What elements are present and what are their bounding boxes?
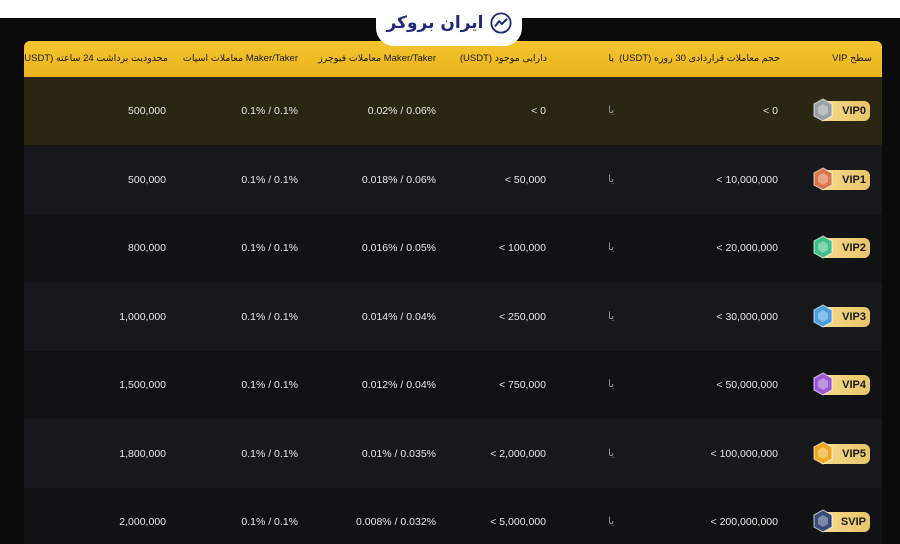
vip-gem-icon <box>813 98 833 122</box>
cell-futures-fee: 0.01% / 0.035% <box>361 447 436 460</box>
cell-assets: < 250,000 <box>498 310 546 323</box>
vip-gem-icon <box>813 440 833 465</box>
vip-level-label: VIP1 <box>842 173 866 186</box>
cell-and: یا <box>608 516 614 527</box>
vip-level-label: VIP4 <box>842 379 866 391</box>
header-assets: دارایی موجود (USDT) <box>459 53 547 64</box>
table-row: VIP0 < 0 یا < 0 0.02% / 0.06% 0.1% / 0.1% 500,… <box>24 77 882 145</box>
cell-spot-fee: 0.1% / 0.1% <box>241 379 298 391</box>
cell-volume: < 0 <box>763 105 778 117</box>
cell-assets: < 2,000,000 <box>490 447 546 460</box>
cell-spot-fee: 0.1% / 0.1% <box>241 242 298 254</box>
vip-level-badge: VIP5 <box>813 440 870 465</box>
cell-and: یا <box>608 379 614 390</box>
table-row: VIP1 < 10,000,000 یا < 50,000 0.018% / 0.06%… <box>24 145 882 214</box>
cell-withdraw-limit: 1,000,000 <box>119 310 166 323</box>
header-volume-30d: حجم معاملات قراردادی 30 روزه (USDT) <box>619 53 780 64</box>
vip-level-label: VIP2 <box>842 242 866 254</box>
cell-spot-fee: 0.1% / 0.1% <box>241 173 298 186</box>
cell-spot-fee: 0.1% / 0.1% <box>241 516 298 528</box>
cell-withdraw-limit: 2,000,000 <box>119 516 166 528</box>
vip-level-badge: VIP3 <box>813 303 870 328</box>
vip-gem-icon <box>813 509 833 533</box>
vip-level-badge: SVIP <box>813 509 870 533</box>
header-vip-level: سطح VIP <box>832 53 872 64</box>
cell-assets: < 50,000 <box>504 173 546 186</box>
cell-volume: < 10,000,000 <box>716 173 778 186</box>
cell-volume: < 20,000,000 <box>716 242 778 254</box>
table-header: سطح VIP حجم معاملات قراردادی 30 روزه (US… <box>24 41 882 77</box>
cell-futures-fee: 0.012% / 0.04% <box>361 379 436 391</box>
header-spot-fee: Maker/Taker معاملات اسپات <box>182 53 298 64</box>
cell-spot-fee: 0.1% / 0.1% <box>241 447 298 460</box>
cell-and: یا <box>608 242 614 253</box>
cell-futures-fee: 0.018% / 0.06% <box>361 173 436 186</box>
cell-volume: < 50,000,000 <box>716 379 778 391</box>
vip-gem-icon <box>813 372 833 396</box>
cell-withdraw-limit: 500,000 <box>128 173 166 186</box>
header-withdraw-limit: محدودیت برداشت 24 ساعته (USDT) <box>24 53 168 64</box>
cell-and: یا <box>608 447 614 459</box>
cell-volume: < 200,000,000 <box>710 516 778 528</box>
vip-fee-table: سطح VIP حجم معاملات قراردادی 30 روزه (US… <box>24 41 882 544</box>
cell-futures-fee: 0.02% / 0.06% <box>367 105 436 117</box>
vip-level-label: SVIP <box>840 516 866 528</box>
vip-level-badge: VIP2 <box>813 235 870 259</box>
table-row: VIP4 < 50,000,000 یا < 750,000 0.012% / 0.04… <box>24 351 882 419</box>
cell-spot-fee: 0.1% / 0.1% <box>241 310 298 323</box>
brand-logo[interactable]: ایران بروکر <box>376 0 522 46</box>
cell-futures-fee: 0.016% / 0.05% <box>361 242 436 254</box>
brand-name: ایران بروکر <box>386 13 484 33</box>
cell-withdraw-limit: 1,800,000 <box>119 447 166 460</box>
cell-volume: < 100,000,000 <box>710 447 778 460</box>
vip-level-badge: VIP1 <box>813 166 870 191</box>
vip-level-badge: VIP0 <box>813 98 870 122</box>
cell-withdraw-limit: 1,500,000 <box>119 379 166 391</box>
cell-assets: < 5,000,000 <box>490 516 546 528</box>
cell-assets: < 0 <box>531 105 546 117</box>
table-row: VIP3 < 30,000,000 یا < 250,000 0.014% / 0.04… <box>24 282 882 351</box>
cell-withdraw-limit: 800,000 <box>128 242 166 254</box>
cell-spot-fee: 0.1% / 0.1% <box>241 105 298 117</box>
header-futures-fee: Maker/Taker معاملات فیوچرز <box>318 53 436 64</box>
cell-futures-fee: 0.014% / 0.04% <box>361 310 436 323</box>
cell-futures-fee: 0.008% / 0.032% <box>356 516 436 528</box>
header-and: یا <box>608 53 614 64</box>
table-row: VIP5 < 100,000,000 یا < 2,000,000 0.01% / 0.… <box>24 419 882 488</box>
vip-level-label: VIP3 <box>842 310 866 323</box>
cell-and: یا <box>608 310 614 322</box>
table-row: VIP2 < 20,000,000 یا < 100,000 0.016% / 0.05… <box>24 214 882 282</box>
vip-gem-icon <box>813 235 833 259</box>
cell-and: یا <box>608 105 614 116</box>
cell-withdraw-limit: 500,000 <box>128 105 166 117</box>
cell-and: یا <box>608 173 614 185</box>
vip-level-label: VIP0 <box>842 105 866 117</box>
table-row: SVIP < 200,000,000 یا < 5,000,000 0.008% / 0… <box>24 488 882 544</box>
trend-chart-icon <box>489 12 512 34</box>
vip-level-badge: VIP4 <box>813 372 870 396</box>
cell-volume: < 30,000,000 <box>716 310 778 323</box>
cell-assets: < 100,000 <box>498 242 546 254</box>
cell-assets: < 750,000 <box>498 379 546 391</box>
vip-level-label: VIP5 <box>842 447 866 460</box>
vip-gem-icon <box>813 303 833 328</box>
vip-gem-icon <box>813 166 833 191</box>
